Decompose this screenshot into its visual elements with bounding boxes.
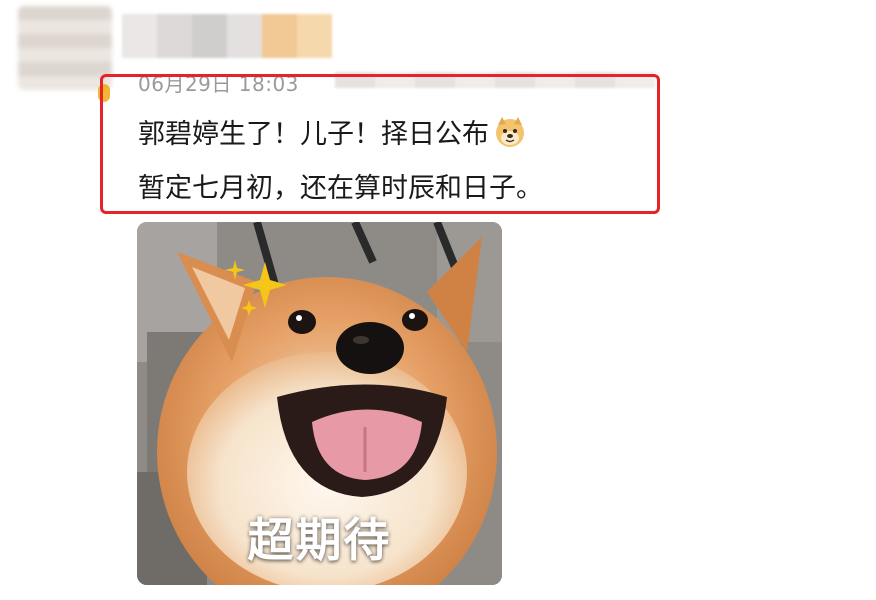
post-text-line2: 暂定七月初，还在算时辰和日子。: [138, 173, 543, 204]
post-image[interactable]: 超期待: [137, 222, 502, 585]
doge-emoji-icon: [493, 115, 527, 149]
post-text-line1-content: 郭碧婷生了！儿子！择日公布: [138, 119, 489, 150]
author-avatar-blurred[interactable]: [18, 6, 112, 90]
author-name-blurred[interactable]: [122, 14, 332, 58]
post-text-line1: 郭碧婷生了！儿子！择日公布: [138, 112, 527, 151]
image-caption: 超期待: [247, 513, 392, 567]
